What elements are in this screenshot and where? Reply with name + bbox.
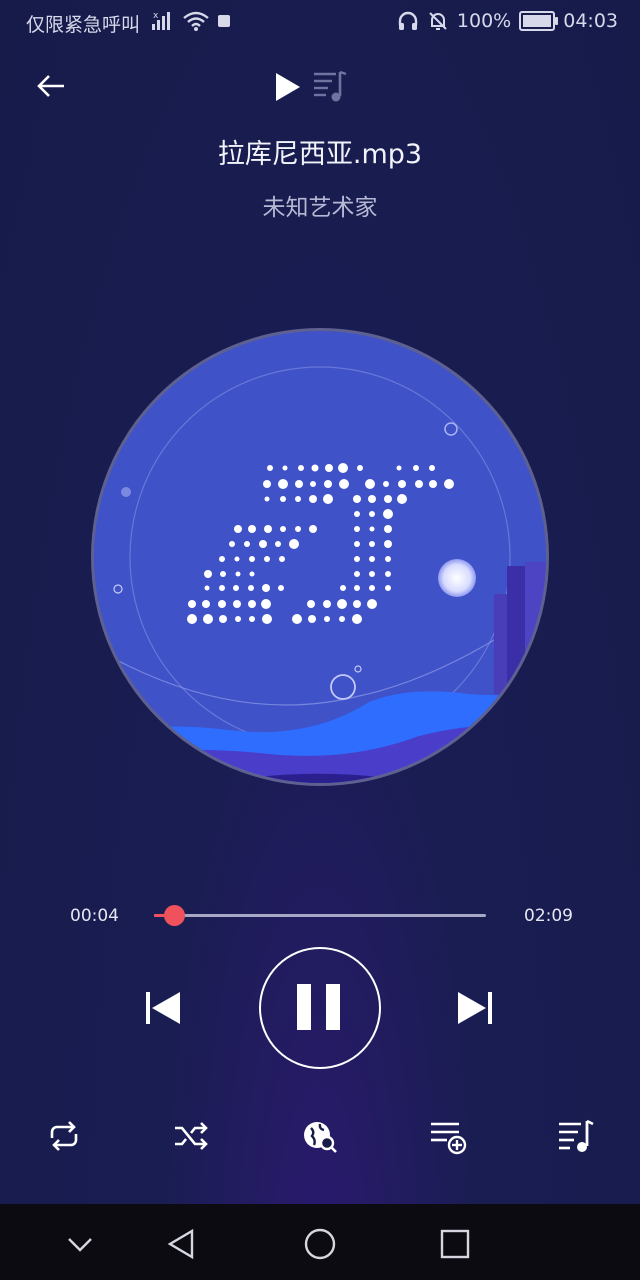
mute-bell-icon <box>429 12 447 30</box>
circle-home-icon <box>304 1228 336 1260</box>
progress-track[interactable] <box>154 914 486 917</box>
add-to-playlist-icon <box>431 1122 467 1155</box>
nav-collapse-button[interactable] <box>62 1226 98 1262</box>
repeat-button[interactable] <box>44 1116 84 1156</box>
search-music-button[interactable] <box>300 1116 340 1156</box>
nav-home-button[interactable] <box>302 1226 338 1262</box>
total-time: 02:09 <box>524 906 573 926</box>
repeat-icon <box>50 1121 78 1151</box>
system-navigation-bar <box>0 1204 640 1280</box>
progress-thumb[interactable] <box>164 905 185 926</box>
skip-next-icon <box>458 992 492 1024</box>
skip-previous-icon <box>146 992 180 1024</box>
battery-percent: 100% <box>456 10 512 32</box>
wifi-icon <box>183 11 209 31</box>
shuffle-button[interactable] <box>171 1116 211 1156</box>
play-icon <box>276 73 300 101</box>
status-right: 100% 04:03 <box>397 10 618 32</box>
album-art <box>91 328 549 786</box>
tab-now-playing[interactable] <box>270 70 304 104</box>
pause-button[interactable] <box>259 947 381 1069</box>
tab-music-list[interactable] <box>312 68 348 104</box>
headphones-icon <box>398 11 418 30</box>
current-time: 00:04 <box>70 906 119 926</box>
song-title: 拉库尼西亚.mp3 <box>217 139 423 170</box>
music-list-icon <box>314 70 347 102</box>
square-recents-icon <box>440 1229 470 1259</box>
signal-icon: x <box>152 11 170 30</box>
previous-button[interactable] <box>142 988 182 1028</box>
status-bar: 仅限紧急呼叫 x 100% 04:03 <box>0 0 640 44</box>
playlist-button[interactable] <box>556 1116 596 1156</box>
svg-text:x: x <box>153 11 159 21</box>
search-globe-icon <box>304 1122 337 1153</box>
nav-back-button[interactable] <box>164 1226 200 1262</box>
triangle-back-icon <box>167 1228 194 1260</box>
nav-recents-button[interactable] <box>437 1226 473 1262</box>
next-button[interactable] <box>456 988 496 1028</box>
status-icons-left: x <box>150 10 232 32</box>
back-button[interactable] <box>34 68 70 104</box>
chevron-down-icon <box>68 1238 92 1252</box>
add-to-playlist-button[interactable] <box>428 1116 468 1156</box>
arrow-left-icon <box>37 75 64 97</box>
battery-icon <box>519 11 559 31</box>
carrier-text: 仅限紧急呼叫 <box>26 14 141 36</box>
notification-square-icon <box>218 15 230 27</box>
album-art-disc[interactable] <box>89 326 551 788</box>
clock: 04:03 <box>563 10 618 32</box>
playlist-icon <box>559 1119 594 1152</box>
bottom-toolbar <box>0 1116 640 1160</box>
artist-name: 未知艺术家 <box>262 195 378 221</box>
shuffle-icon <box>175 1122 208 1150</box>
pause-icon <box>297 984 340 1030</box>
